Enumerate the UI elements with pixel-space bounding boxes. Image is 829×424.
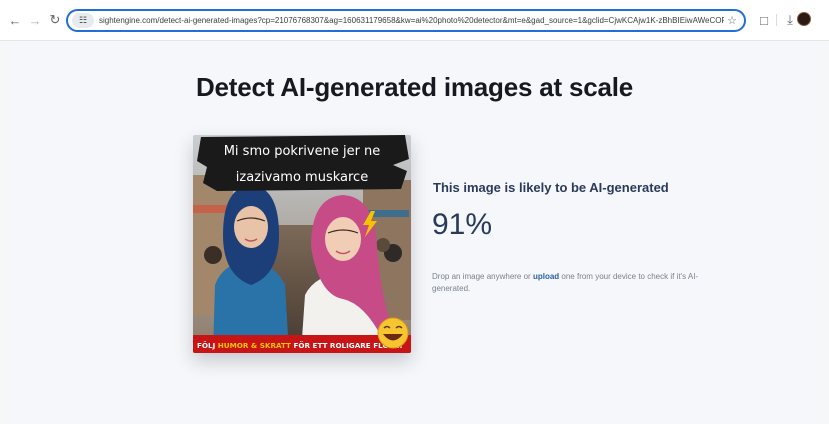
url-text[interactable]: sightengine.com/detect-ai-generated-imag… [99,16,724,25]
address-bar[interactable]: ☷ sightengine.com/detect-ai-generated-im… [66,9,746,32]
extensions-icon[interactable]: □ [754,10,774,30]
help-text-prefix: Drop an image anywhere or [432,272,533,281]
browser-toolbar: ← → ↻ ☷ sightengine.com/detect-ai-genera… [0,0,829,41]
svg-text:FÖLJ HUMOR & SKRATT FÖR ETT RO: FÖLJ HUMOR & SKRATT FÖR ETT ROLIGARE FLÖ… [197,341,403,350]
back-icon[interactable]: ← [5,10,25,30]
result-label: This image is likely to be AI-generated [433,180,669,195]
page-title: Detect AI-generated images at scale [195,72,634,102]
toolbar-divider [776,14,777,26]
forward-icon[interactable]: → [25,10,45,30]
ai-probability-score: 91% [432,208,493,241]
image-caption-line-1: Mi smo pokrivene jer ne [224,144,381,159]
reload-icon[interactable]: ↻ [45,10,65,30]
site-settings-icon[interactable]: ☷ [72,13,94,28]
profile-avatar-icon[interactable] [797,12,811,26]
banner-text-1: FÖLJ [197,341,218,350]
upload-instructions: Drop an image anywhere or upload one fro… [432,271,712,295]
analyzed-image[interactable]: Mi smo pokrivene jer ne izazivamo muskar… [193,135,411,353]
banner-text-2: HUMOR & SKRATT [218,341,291,350]
upload-link[interactable]: upload [533,272,559,281]
bookmark-star-icon[interactable]: ☆ [724,14,740,27]
image-caption-line-2: izazivamo muskarce [236,170,368,185]
